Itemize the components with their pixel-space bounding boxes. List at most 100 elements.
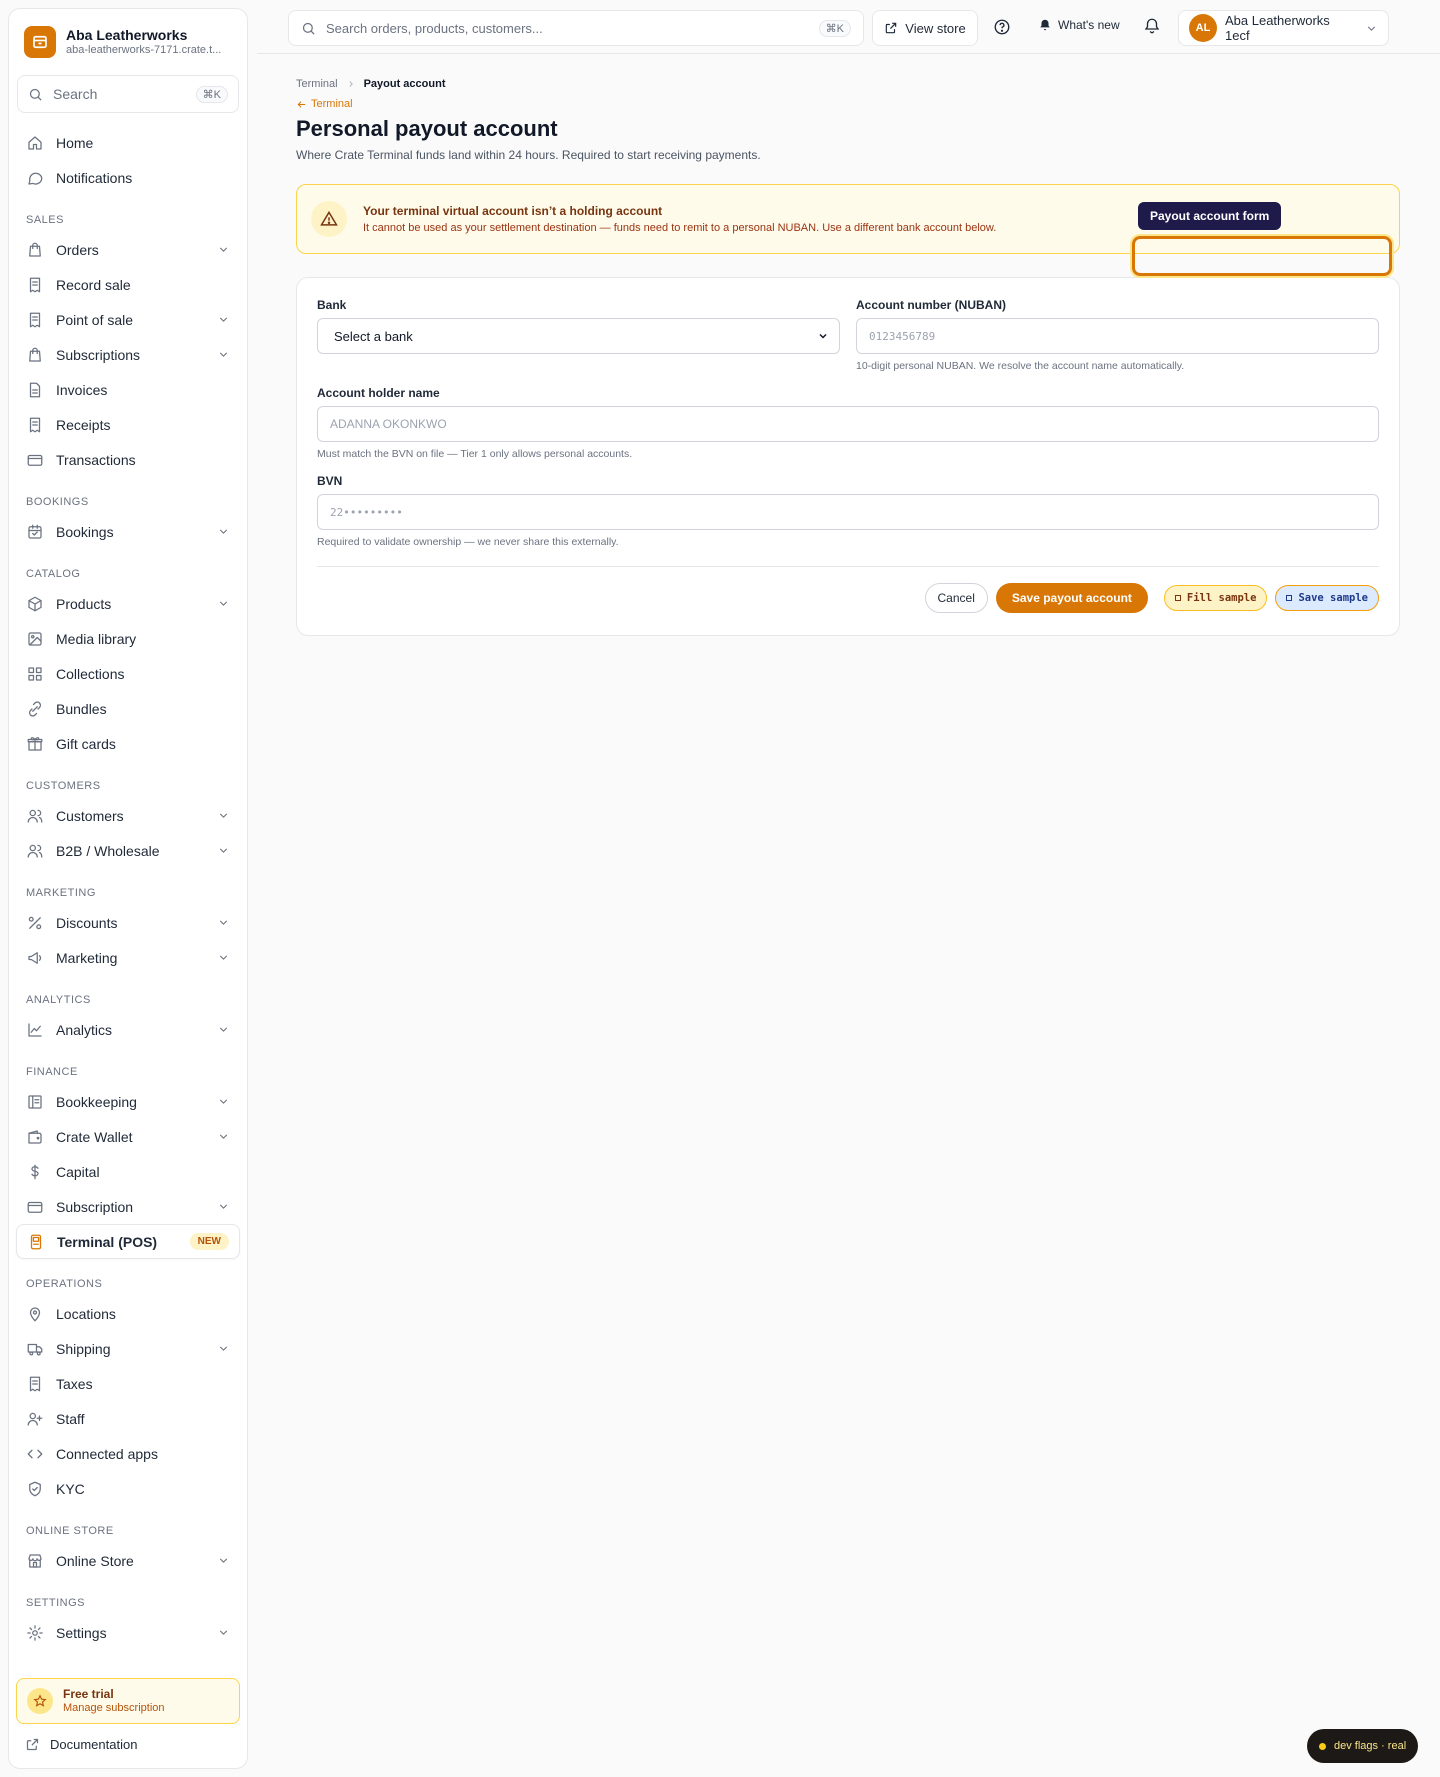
documentation-link[interactable]: Documentation [25,1737,137,1752]
sidebar-item-label: Settings [56,1624,107,1641]
sidebar-item-label: Shipping [56,1340,111,1357]
chevron-down-icon [219,1558,228,1563]
save-sample-label: Save sample [1298,592,1368,604]
avatar: AL [1189,14,1217,42]
fill-sample-button[interactable]: Fill sample [1163,585,1268,611]
sidebar-item-label: Bundles [56,700,107,717]
arrow-left-icon [297,100,306,108]
sidebar-item-capital[interactable]: Capital [16,1154,240,1189]
sidebar-item-label: Discounts [56,914,118,931]
sidebar-item-collections[interactable]: Collections [16,656,240,691]
bvn-input[interactable]: 22••••••••• [317,494,1379,530]
main-content: Terminal Payout account Terminal Persona… [296,78,1400,636]
sidebar-item-crate-wallet[interactable]: Crate Wallet [16,1119,240,1154]
search-icon [302,22,315,35]
sidebar-item-bundles[interactable]: Bundles [16,691,240,726]
sidebar-item-transactions[interactable]: Transactions [16,442,240,477]
sidebar-item-orders[interactable]: Orders [16,232,240,267]
dev-flags-pill[interactable]: dev flags · real [1307,1729,1419,1763]
sidebar-item-shipping[interactable]: Shipping [16,1331,240,1366]
sidebar-item-subscriptions[interactable]: Subscriptions [16,337,240,372]
save-payout-account-button[interactable]: Save payout account [995,583,1148,613]
sidebar-item-label: Bookkeeping [56,1093,137,1110]
sidebar-item-staff[interactable]: Staff [16,1401,240,1436]
truck-icon [27,1343,43,1355]
sidebar-item-label: Collections [56,665,125,682]
back-link[interactable]: Terminal [296,98,1400,110]
store-logo-icon [24,26,56,58]
sidebar-item-label: Staff [56,1410,85,1427]
alert-title: Your terminal virtual account isn’t a ho… [363,204,663,218]
sidebar-item-taxes[interactable]: Taxes [16,1366,240,1401]
account-holder-label: Account holder name [317,386,440,400]
chevron-down-icon [219,1346,228,1351]
sidebar-item-label: Bookings [56,523,114,540]
users-icon [27,844,43,858]
sidebar-item-online-store[interactable]: Online Store [16,1543,240,1578]
sidebar-item-invoices[interactable]: Invoices [16,372,240,407]
sidebar-item-bookings[interactable]: Bookings [16,514,240,549]
sidebar-item-receipts[interactable]: Receipts [16,407,240,442]
sidebar-section-analytics: ANALYTICS [26,994,91,1006]
sidebar-section-settings: SETTINGS [26,1597,86,1609]
store-name: Aba Leatherworks [66,27,188,43]
star-icon [27,1688,53,1714]
free-trial-card[interactable]: Free trial Manage subscription [16,1678,240,1724]
global-search-input[interactable]: Search orders, products, customers... ⌘K [288,10,864,46]
sidebar-item-record-sale[interactable]: Record sale [16,267,240,302]
bell-filled-icon [1040,19,1050,31]
whats-new-label: What's new [1058,18,1120,32]
sidebar: Aba Leatherworks aba-leatherworks-7171.c… [8,8,248,1769]
chevron-down-icon [219,352,228,357]
sidebar-item-connected-apps[interactable]: Connected apps [16,1436,240,1471]
bank-select-value: Select a bank [334,328,413,344]
sidebar-item-locations[interactable]: Locations [16,1296,240,1331]
sidebar-item-terminal-pos[interactable]: Terminal (POS) NEW [16,1224,240,1259]
sidebar-item-label: Online Store [56,1552,134,1569]
sidebar-search[interactable]: Search ⌘K [17,75,239,113]
sidebar-item-media-library[interactable]: Media library [16,621,240,656]
sidebar-item-home[interactable]: Home [16,125,240,160]
chevron-down-icon [219,317,228,322]
dev-flags-label: dev flags · real [1334,1740,1407,1752]
cancel-button[interactable]: Cancel [924,583,988,613]
sidebar-item-marketing[interactable]: Marketing [16,940,240,975]
sidebar-item-discounts[interactable]: Discounts [16,905,240,940]
chevron-down-icon [1367,26,1376,31]
sidebar-item-kyc[interactable]: KYC [16,1471,240,1506]
help-icon[interactable] [993,18,1011,36]
bank-field: Bank Select a bank [317,298,840,372]
sidebar-section-operations: OPERATIONS [26,1278,103,1290]
shopping-bag-icon [29,347,41,362]
sidebar-item-customers[interactable]: Customers [16,798,240,833]
sidebar-item-b2b-wholesale[interactable]: B2B / Wholesale [16,833,240,868]
chevron-down-icon [219,1204,228,1209]
sidebar-item-label: Gift cards [56,735,116,752]
save-sample-button[interactable]: Save sample [1275,585,1379,611]
account-menu[interactable]: AL Aba Leatherworks 1ecf [1178,10,1389,46]
annotation-label: Payout account form [1138,202,1282,230]
box-icon [28,596,42,611]
sidebar-item-label: Capital [56,1163,100,1180]
whats-new-button[interactable]: What's new [1038,18,1120,32]
notifications-bell-icon[interactable] [1143,17,1161,35]
view-store-button[interactable]: View store [872,10,978,46]
sidebar-item-products[interactable]: Products [16,586,240,621]
payout-account-form: Bank Select a bank Account number (NUBAN… [296,277,1400,636]
sidebar-item-subscription[interactable]: Subscription [16,1189,240,1224]
sidebar-item-settings[interactable]: Settings [16,1615,240,1650]
sidebar-section-bookings: BOOKINGS [26,496,89,508]
breadcrumb-terminal[interactable]: Terminal [296,78,338,90]
sidebar-item-notifications[interactable]: Notifications [16,160,240,195]
sidebar-item-gift-cards[interactable]: Gift cards [16,726,240,761]
account-holder-input[interactable]: ADANNA OKONKWO [317,406,1379,442]
sidebar-item-point-of-sale[interactable]: Point of sale [16,302,240,337]
sidebar-item-analytics[interactable]: Analytics [16,1012,240,1047]
manage-subscription-link[interactable]: Manage subscription [63,1701,165,1715]
sidebar-item-label: Media library [56,630,137,647]
bank-select[interactable]: Select a bank [317,318,840,354]
account-number-input[interactable]: 0123456789 [856,318,1379,354]
store-switcher[interactable]: Aba Leatherworks aba-leatherworks-7171.c… [16,23,240,61]
sidebar-item-bookkeeping[interactable]: Bookkeeping [16,1084,240,1119]
sidebar-item-label: Record sale [56,276,131,293]
